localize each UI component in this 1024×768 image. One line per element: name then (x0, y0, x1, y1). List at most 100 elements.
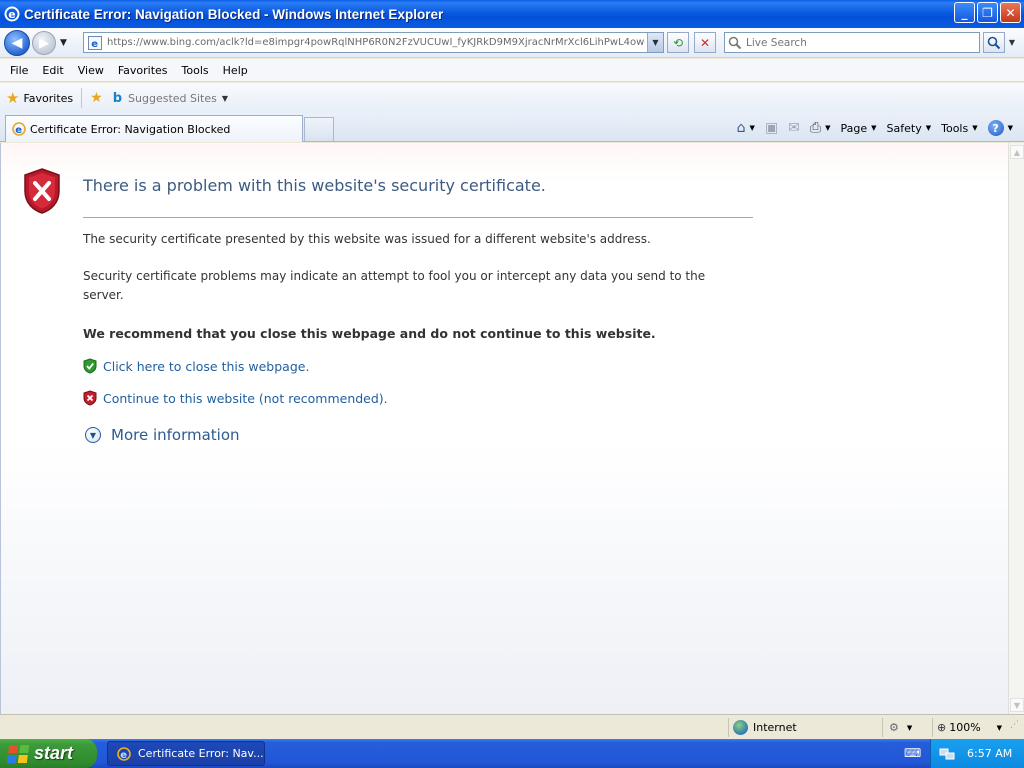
page-content: There is a problem with this website's s… (0, 143, 1008, 714)
suggested-sites-label: Suggested Sites (128, 91, 217, 105)
favorites-separator (81, 88, 83, 108)
tools-menu[interactable]: Tools ▼ (938, 122, 981, 135)
search-options-dropdown[interactable]: ▼ (1006, 32, 1018, 53)
taskbar-item-label: Certificate Error: Nav... (138, 747, 264, 760)
add-to-favorites-icon[interactable]: ★ (90, 90, 103, 106)
taskbar-item-ie[interactable]: e Certificate Error: Nav... (107, 741, 265, 766)
tab-label: Certificate Error: Navigation Blocked (30, 122, 231, 136)
feeds-button[interactable]: ▣ (762, 120, 781, 136)
close-page-row: Click here to close this webpage. (83, 358, 309, 374)
heading-divider (83, 217, 753, 218)
navigation-bar: ◀ ▶ ▼ e ▼ ⟲ ✕ ▼ (0, 28, 1024, 58)
scroll-down-button[interactable]: ▼ (1010, 698, 1024, 712)
error-description: The security certificate presented by th… (83, 232, 651, 246)
address-input[interactable] (107, 37, 645, 48)
address-dropdown-button[interactable]: ▼ (647, 33, 663, 52)
search-input[interactable] (746, 36, 966, 49)
magnifier-icon (987, 36, 1001, 49)
read-mail-button[interactable]: ✉ (785, 120, 803, 136)
favorites-label: Favorites (23, 91, 74, 105)
search-box[interactable] (724, 32, 980, 53)
menu-view[interactable]: View (71, 61, 111, 80)
menu-help[interactable]: Help (216, 61, 255, 80)
chevron-down-icon: ▼ (972, 124, 978, 132)
error-warning-text: Security certificate problems may indica… (83, 269, 706, 302)
recent-pages-dropdown[interactable]: ▼ (60, 38, 67, 48)
zone-label: Internet (753, 721, 797, 734)
star-icon: ★ (6, 89, 20, 107)
globe-icon (733, 720, 748, 735)
search-icon (728, 36, 742, 49)
network-icon[interactable] (939, 747, 955, 761)
window-title: Certificate Error: Navigation Blocked - … (24, 6, 444, 22)
home-icon: ⌂ (736, 120, 746, 136)
help-icon: ? (987, 120, 1004, 136)
more-information-toggle[interactable]: ▼ More information (85, 426, 240, 444)
status-bar: Internet ⚙ ▼ ⊕ 100% ▼ ⋰ (0, 714, 1024, 739)
ie-tab-icon: e (12, 122, 26, 136)
clock[interactable]: 6:57 AM (967, 747, 1012, 760)
green-shield-icon (83, 358, 97, 374)
stop-button[interactable]: ✕ (694, 32, 716, 53)
zoom-control[interactable]: ⊕ 100% ▼ (932, 718, 1008, 737)
title-bar: e Certificate Error: Navigation Blocked … (0, 0, 1024, 28)
protected-mode-icon: ⚙ (889, 721, 899, 734)
help-button[interactable]: ? ▼ (985, 120, 1016, 136)
windows-flag-icon (6, 744, 30, 763)
close-window-button[interactable]: ✕ (1000, 2, 1021, 23)
menu-edit[interactable]: Edit (35, 61, 70, 80)
page-menu[interactable]: Page ▼ (838, 122, 880, 135)
chevron-down-icon: ▼ (925, 124, 932, 132)
chevron-down-icon: ▼ (749, 124, 755, 132)
menu-favorites[interactable]: Favorites (111, 61, 175, 80)
suggested-sites-button[interactable]: b Suggested Sites ▼ (113, 91, 228, 106)
recommendation-text: We recommend that you close this webpage… (83, 326, 656, 341)
chevron-down-icon: ▼ (996, 723, 1003, 732)
tab-active[interactable]: e Certificate Error: Navigation Blocked (5, 115, 303, 142)
minimize-button[interactable]: _ (954, 2, 975, 23)
resize-grip-icon[interactable]: ⋰ (1010, 720, 1022, 734)
chevron-down-icon: ▼ (221, 93, 229, 103)
svg-text:e: e (15, 125, 22, 136)
menu-tools[interactable]: Tools (175, 61, 216, 80)
forward-button[interactable]: ▶ (32, 31, 56, 55)
close-webpage-link[interactable]: Click here to close this webpage. (103, 359, 309, 374)
security-zone[interactable]: Internet (728, 718, 878, 737)
favorites-button[interactable]: ★ Favorites (6, 89, 73, 107)
svg-text:e: e (8, 8, 15, 21)
tab-row: e Certificate Error: Navigation Blocked … (0, 113, 1024, 142)
mail-icon: ✉ (788, 120, 800, 136)
protected-mode-indicator[interactable]: ⚙ ▼ (882, 718, 930, 737)
start-button[interactable]: start (0, 739, 97, 768)
printer-icon: ⎙ (809, 120, 822, 136)
vertical-scrollbar[interactable]: ▲ ▼ (1008, 143, 1024, 714)
back-button[interactable]: ◀ (4, 30, 30, 56)
home-button[interactable]: ⌂ ▼ (734, 120, 758, 136)
svg-text:e: e (120, 750, 127, 761)
command-bar: ⌂ ▼ ▣ ✉ ⎙ ▼ Page ▼ Safety ▼ Tools ▼ ? ▼ (734, 116, 1016, 140)
address-bar[interactable]: e ▼ (83, 32, 664, 53)
safety-menu-label: Safety (886, 121, 922, 135)
back-arrow-icon: ◀ (11, 35, 23, 51)
favorites-bar: ★ Favorites ★ b Suggested Sites ▼ (0, 83, 1024, 113)
maximize-button[interactable]: ❐ (977, 2, 998, 23)
stop-icon: ✕ (699, 35, 711, 50)
refresh-button[interactable]: ⟲ (667, 32, 689, 53)
ie-logo-icon: e (4, 6, 20, 22)
tools-menu-label: Tools (941, 121, 969, 135)
zoom-level: 100% (949, 721, 981, 734)
svg-text:e: e (91, 39, 98, 50)
page-menu-label: Page (840, 121, 868, 135)
safety-menu[interactable]: Safety ▼ (884, 122, 935, 135)
page-ie-icon: e (88, 35, 102, 50)
print-button[interactable]: ⎙ ▼ (807, 120, 834, 136)
chevron-down-icon: ▼ (871, 124, 877, 132)
keyboard-layout-icon[interactable]: ⌨ (904, 746, 921, 760)
red-shield-icon (83, 390, 97, 406)
more-information-link[interactable]: More information (111, 426, 240, 444)
menu-file[interactable]: File (3, 61, 35, 80)
new-tab-button[interactable] (304, 117, 334, 141)
search-go-button[interactable] (983, 32, 1005, 53)
scroll-up-button[interactable]: ▲ (1010, 145, 1024, 159)
continue-to-website-link[interactable]: Continue to this website (not recommende… (103, 391, 388, 406)
